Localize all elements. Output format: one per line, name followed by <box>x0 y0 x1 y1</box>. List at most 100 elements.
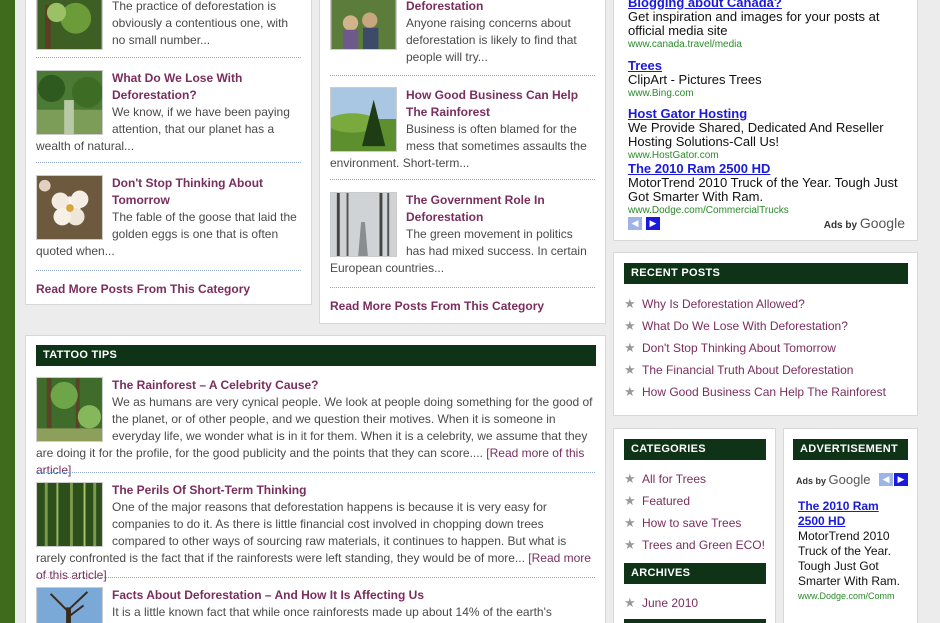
divider <box>36 472 595 473</box>
recent-post-link[interactable]: ★ The Financial Truth About Deforestation <box>624 362 853 378</box>
divider <box>36 57 301 58</box>
ad-title-link[interactable]: The 2010 Ram 2500 HD <box>628 162 908 176</box>
ad-url[interactable]: www.Dodge.com/Comm <box>798 589 908 604</box>
ads-by-label: Ads by <box>796 476 827 486</box>
post-item: The practice of deforestation is obvious… <box>36 0 301 53</box>
post-title-link[interactable]: Facts About Deforestation – And How It I… <box>36 587 595 604</box>
ad-item: The 2010 Ram 2500 HD MotorTrend 2010 Tru… <box>798 499 908 604</box>
star-icon: ★ <box>624 515 636 530</box>
divider <box>36 162 301 163</box>
ad-description: ClipArt - Pictures Trees <box>628 72 762 87</box>
ad-description: MotorTrend 2010 Truck of the Year. Tough… <box>798 529 901 588</box>
section-header: ARCHIVES <box>624 563 766 584</box>
star-icon: ★ <box>624 318 636 333</box>
page: The practice of deforestation is obvious… <box>15 0 940 623</box>
read-more-link[interactable]: Read More Posts From This Category <box>330 299 544 313</box>
post-excerpt: The practice of deforestation is obvious… <box>112 0 289 47</box>
google-logo: Google <box>828 472 871 487</box>
post-item: The Government Role In Deforestation The… <box>330 192 595 277</box>
section-header: ADVERTISEMENT <box>793 439 908 460</box>
google-logo: Google <box>859 215 905 231</box>
ad-item: The 2010 Ram 2500 HD MotorTrend 2010 Tru… <box>628 162 908 218</box>
section-header: RECENT POSTS <box>624 263 908 284</box>
star-icon: ★ <box>624 340 636 355</box>
category-link[interactable]: ★ Trees and Green ECO! <box>624 537 765 553</box>
divider <box>36 577 595 578</box>
ad-description: MotorTrend 2010 Truck of the Year. Tough… <box>628 175 898 204</box>
ad-item: Trees ClipArt - Pictures Trees www.Bing.… <box>628 59 908 101</box>
post-thumbnail[interactable] <box>330 87 397 152</box>
ad-url[interactable]: www.canada.travel/media <box>628 38 908 52</box>
category-label: All for Trees <box>642 472 707 486</box>
star-icon: ★ <box>624 537 636 552</box>
category-link[interactable]: ★ All for Trees <box>624 471 706 487</box>
post-item: Facts About Deforestation – And How It I… <box>36 587 595 623</box>
star-icon: ★ <box>624 471 636 486</box>
post-thumbnail[interactable] <box>36 70 103 135</box>
next-ad-button[interactable]: ▶ <box>646 217 660 230</box>
recent-post-label: How Good Business Can Help The Rainfores… <box>642 385 886 399</box>
post-item: Don't Stop Thinking About Tomorrow The f… <box>36 175 301 260</box>
next-ad-button[interactable]: ▶ <box>894 473 908 486</box>
post-item: What Do We Lose With Deforestation? We k… <box>36 70 301 155</box>
ad-description: Get inspiration and images for your post… <box>628 9 880 38</box>
post-item: How Good Business Can Help The Rainfores… <box>330 87 595 172</box>
post-excerpt: It is a little known fact that while onc… <box>112 605 552 623</box>
ad-title-link[interactable]: The 2010 Ram 2500 HD <box>798 499 908 529</box>
categories-box: CATEGORIES ★ All for Trees ★ Featured ★ How… <box>613 428 776 623</box>
post-thumbnail[interactable] <box>36 0 103 50</box>
star-icon: ★ <box>624 384 636 399</box>
google-ads-box: Blogging about Canada? Get inspiration a… <box>613 0 918 241</box>
divider <box>330 287 595 288</box>
post-item: The Rainforest – A Celebrity Cause? We a… <box>36 377 595 477</box>
advertisement-box: ADVERTISEMENT Ads by Google ◀ ▶ The 2010… <box>783 428 918 623</box>
recent-post-label: Don't Stop Thinking About Tomorrow <box>642 341 836 355</box>
section-header-partial <box>624 619 766 623</box>
recent-post-label: What Do We Lose With Deforestation? <box>642 319 848 333</box>
ads-by-google[interactable]: Ads by Google <box>796 472 870 487</box>
ad-title-link[interactable]: Trees <box>628 59 908 73</box>
category-label: Featured <box>642 494 691 508</box>
post-item: The Perils Of Short-Term Thinking One of… <box>36 482 595 582</box>
post-thumbnail[interactable] <box>36 482 103 547</box>
recent-post-link[interactable]: ★ Don't Stop Thinking About Tomorrow <box>624 340 836 356</box>
category-label: How to save Trees <box>642 516 742 530</box>
recent-post-link[interactable]: ★ How Good Business Can Help The Rainfore… <box>624 384 886 400</box>
section-header: CATEGORIES <box>624 439 766 460</box>
star-icon: ★ <box>624 296 636 311</box>
recent-post-link[interactable]: ★ Why Is Deforestation Allowed? <box>624 296 805 312</box>
ad-url[interactable]: www.Bing.com <box>628 87 908 101</box>
divider <box>36 270 301 271</box>
ad-item: Blogging about Canada? Get inspiration a… <box>628 0 908 52</box>
post-thumbnail[interactable] <box>36 377 103 442</box>
recent-post-label: The Financial Truth About Deforestation <box>642 363 854 377</box>
category-link[interactable]: ★ Featured <box>624 493 690 509</box>
ad-description: We Provide Shared, Dedicated And Reselle… <box>628 120 884 149</box>
ads-by-label: Ads by <box>823 220 858 231</box>
post-title-link[interactable]: The Perils Of Short-Term Thinking <box>36 482 595 499</box>
post-item: Deforestation Anyone raising concerns ab… <box>330 0 595 70</box>
star-icon: ★ <box>624 493 636 508</box>
category-box-middle: Deforestation Anyone raising concerns ab… <box>319 0 606 324</box>
recent-post-link[interactable]: ★ What Do We Lose With Deforestation? <box>624 318 848 334</box>
prev-ad-button[interactable]: ◀ <box>879 473 893 486</box>
star-icon: ★ <box>624 362 636 377</box>
divider <box>330 75 595 76</box>
category-label: Trees and Green ECO! <box>642 538 765 552</box>
divider <box>330 179 595 180</box>
post-excerpt: One of the major reasons that deforestat… <box>36 500 567 565</box>
category-link[interactable]: ★ How to save Trees <box>624 515 741 531</box>
post-thumbnail[interactable] <box>36 587 103 623</box>
post-excerpt: Anyone raising concerns about deforestat… <box>406 16 577 64</box>
post-thumbnail[interactable] <box>330 0 397 50</box>
post-title-link[interactable]: The Rainforest – A Celebrity Cause? <box>36 377 595 394</box>
recent-posts-box: RECENT POSTS ★ Why Is Deforestation Allow… <box>613 252 918 416</box>
archive-link[interactable]: ★ June 2010 <box>624 595 698 611</box>
post-thumbnail[interactable] <box>36 175 103 240</box>
post-thumbnail[interactable] <box>330 192 397 257</box>
ads-by-google[interactable]: Ads by Google <box>824 215 905 231</box>
section-header: TATTOO TIPS <box>36 345 596 366</box>
prev-ad-button[interactable]: ◀ <box>628 217 642 230</box>
ad-title-link[interactable]: Host Gator Hosting <box>628 107 908 121</box>
read-more-link[interactable]: Read More Posts From This Category <box>36 282 250 296</box>
